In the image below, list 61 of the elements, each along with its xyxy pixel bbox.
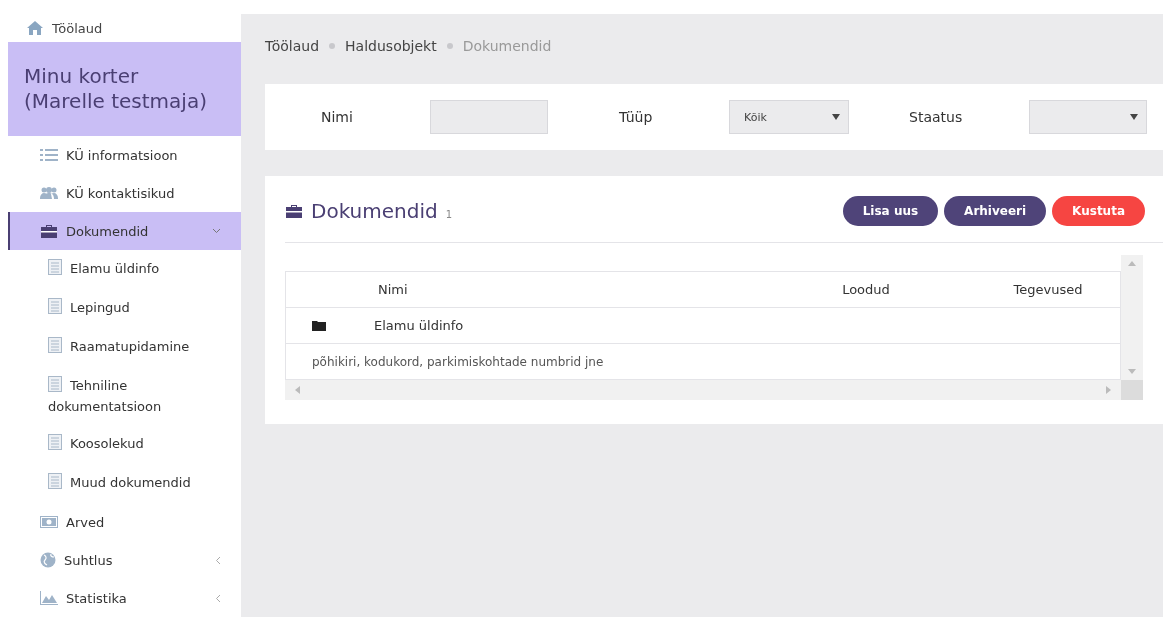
filter-label: Nimi [321, 109, 354, 125]
sidebar-subitem[interactable]: Elamu üldinfo [8, 250, 241, 289]
panel-title: Dokumendid [311, 199, 438, 223]
document-count: 1 [445, 208, 454, 220]
chevron-left-icon [215, 555, 221, 565]
sidebar-item[interactable]: Arved [8, 503, 241, 541]
action-button[interactable]: Arhiveeri [944, 196, 1047, 226]
column-header: Tegevused [1012, 282, 1084, 297]
property-title: Minu korter (Marelle testmaja) [8, 42, 241, 136]
document-icon [48, 298, 62, 314]
action-button[interactable]: Lisa uus [842, 196, 939, 226]
chevron-down-icon [212, 228, 221, 234]
select-field[interactable] [1029, 100, 1147, 134]
sidebar-subitem[interactable]: Raamatupidamine [8, 328, 241, 367]
dropdown-arrow-icon [1130, 114, 1138, 120]
sidebar-subitem[interactable]: Muud dokumendid [8, 464, 241, 503]
globe-icon [40, 552, 56, 568]
document-icon [48, 473, 62, 489]
select-field[interactable]: Kõik [729, 100, 849, 134]
separator-dot [446, 43, 453, 49]
area-chart-icon [40, 591, 58, 605]
document-icon [48, 434, 62, 450]
sidebar-item[interactable]: Suhtlus [8, 541, 241, 579]
column-header: Loodud [841, 282, 891, 297]
sidebar-item[interactable]: Statistika [8, 579, 241, 617]
document-icon [48, 376, 62, 392]
filter-label: Staatus [909, 109, 964, 125]
delete-button[interactable]: Kustuta [1052, 196, 1145, 226]
filter-label: Tüüp [619, 109, 654, 125]
chevron-left-icon [215, 593, 221, 603]
sidebar-subitem[interactable]: Lepingud [8, 289, 241, 328]
sidebar-item[interactable]: Dokumendid [8, 212, 241, 250]
folder-icon [312, 320, 326, 331]
briefcase-icon [285, 203, 303, 219]
briefcase-icon [40, 223, 58, 239]
scroll-left-icon[interactable] [295, 386, 300, 394]
vertical-scrollbar[interactable] [1121, 255, 1143, 380]
document-icon [48, 337, 62, 353]
scroll-up-icon[interactable] [1128, 261, 1136, 266]
users-icon [40, 186, 58, 200]
separator-dot [329, 43, 336, 49]
scroll-down-icon[interactable] [1128, 369, 1136, 374]
breadcrumb-link[interactable]: Töölaud [265, 38, 320, 54]
list-icon [40, 148, 58, 162]
scroll-right-icon[interactable] [1106, 386, 1111, 394]
column-header: Nimi [377, 282, 409, 297]
sidebar-subitem[interactable]: Koosolekud [8, 425, 241, 464]
breadcrumb-link[interactable]: Haldusobjekt [345, 38, 437, 54]
home-icon [26, 20, 44, 36]
table-cell: põhikiri, kodukord, parkimiskohtade numbrid jne [312, 354, 604, 369]
sidebar-item[interactable]: Töölaud [8, 14, 241, 42]
sidebar-item[interactable]: KÜ informatsioon [8, 136, 241, 174]
horizontal-scrollbar[interactable] [285, 380, 1121, 400]
document-icon [48, 259, 62, 275]
sidebar-item[interactable]: KÜ kontaktisikud [8, 174, 241, 212]
banknote-icon [40, 516, 58, 528]
table-cell: Elamu üldinfo [374, 318, 464, 333]
sidebar-subitem[interactable]: Tehniline dokumentatsioon [8, 367, 241, 425]
scrollbar-corner [1121, 380, 1143, 400]
dropdown-arrow-icon [832, 114, 840, 120]
name-field[interactable] [430, 100, 548, 134]
